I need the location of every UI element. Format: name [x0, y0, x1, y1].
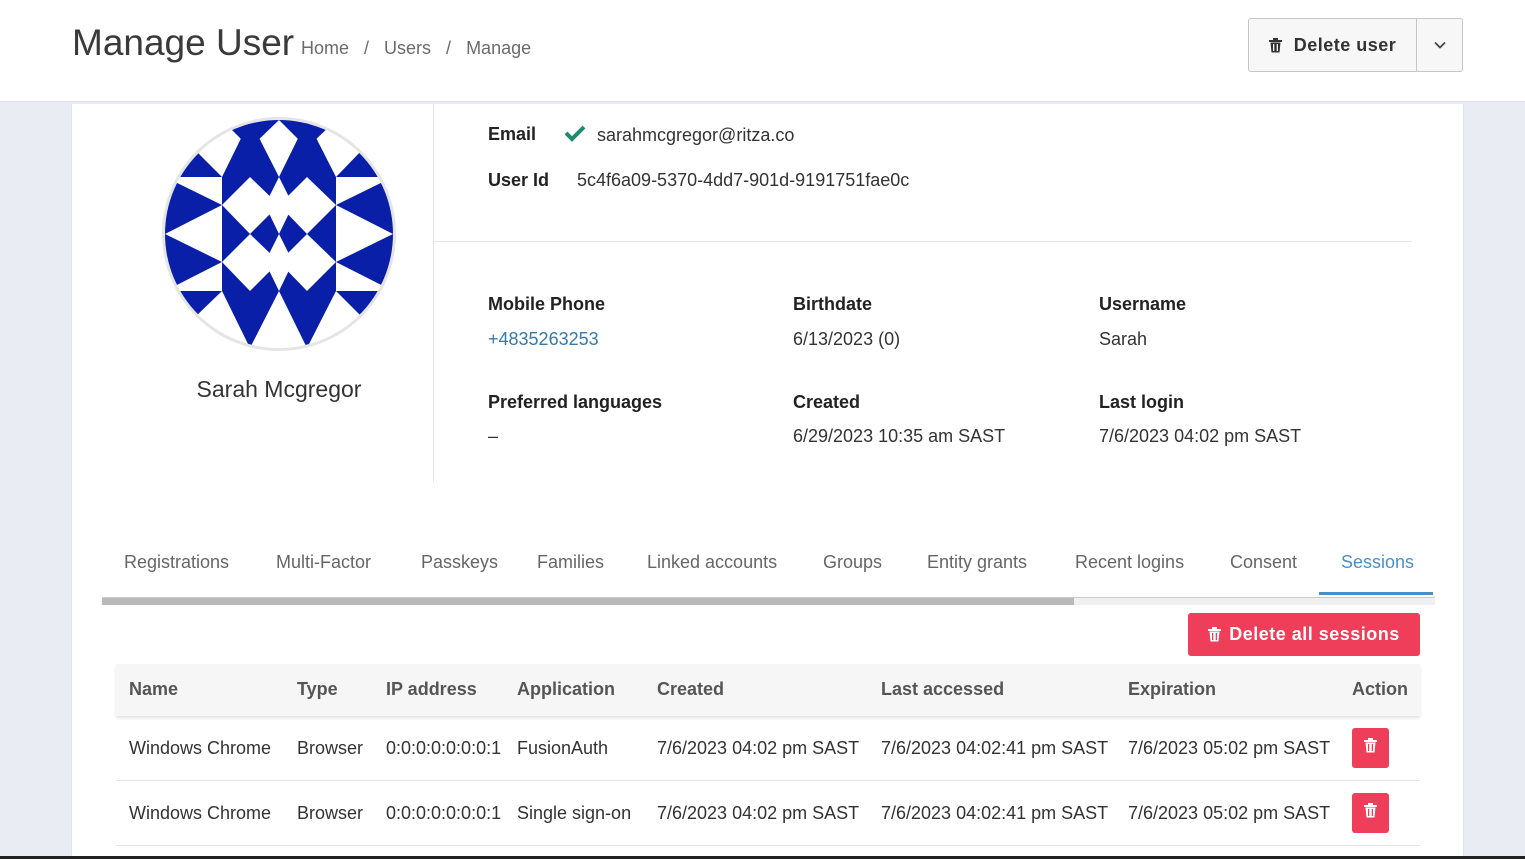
table-row: Windows Chrome Browser 0:0:0:0:0:0:0:1 S… — [116, 781, 1420, 846]
trash-icon — [1364, 738, 1377, 758]
created-label: Created — [793, 392, 861, 412]
username-value: Sarah — [1099, 329, 1148, 349]
tab-sessions[interactable]: Sessions — [1341, 552, 1414, 573]
breadcrumb-separator: / — [364, 38, 370, 58]
more-actions-dropdown[interactable] — [1417, 19, 1462, 71]
email-label: Email — [488, 124, 537, 144]
mobile-phone-link[interactable]: +4835263253 — [488, 329, 599, 350]
delete-session-button[interactable] — [1352, 728, 1389, 768]
cell-type: Browser — [297, 803, 364, 823]
tab-recent-logins[interactable]: Recent logins — [1075, 552, 1184, 573]
tab-linked-accounts[interactable]: Linked accounts — [647, 552, 777, 573]
column-header-created: Created — [657, 679, 725, 699]
tab-groups[interactable]: Groups — [823, 552, 882, 573]
page-header: Manage User Home / Users / Manage Delete… — [0, 0, 1525, 102]
column-header-last-accessed: Last accessed — [881, 679, 1005, 699]
cell-type: Browser — [297, 738, 364, 758]
birthdate-label: Birthdate — [793, 294, 873, 314]
user-id-label: User Id — [488, 170, 550, 190]
chevron-down-icon — [1433, 36, 1446, 54]
tab-consent[interactable]: Consent — [1230, 552, 1297, 573]
trash-icon — [1268, 37, 1282, 53]
section-divider — [434, 241, 1412, 242]
user-id-value: 5c4f6a09-5370-4dd7-901d-9191751fae0c — [577, 170, 910, 190]
last-login-value: 7/6/2023 04:02 pm SAST — [1099, 426, 1302, 446]
column-header-application: Application — [517, 679, 615, 699]
cell-ip-address: 0:0:0:0:0:0:0:1 — [386, 803, 502, 823]
delete-user-label: Delete user — [1293, 34, 1397, 55]
cell-ip-address: 0:0:0:0:0:0:0:1 — [386, 738, 502, 758]
tab-registrations[interactable]: Registrations — [124, 552, 229, 573]
created-value: 6/29/2023 10:35 am SAST — [793, 426, 1006, 446]
check-icon — [564, 124, 586, 147]
breadcrumb-users[interactable]: Users — [384, 38, 431, 59]
cell-application: Single sign-on — [517, 803, 632, 823]
breadcrumb-separator: / — [446, 38, 452, 58]
tabs-scrollbar-thumb[interactable] — [102, 598, 1074, 605]
cell-created: 7/6/2023 04:02 pm SAST — [657, 738, 860, 758]
cell-application: FusionAuth — [517, 738, 609, 758]
breadcrumb-home[interactable]: Home — [301, 38, 349, 59]
user-tabs: Registrations Multi-Factor Passkeys Fami… — [102, 544, 1435, 604]
column-header-expiration: Expiration — [1128, 679, 1217, 699]
column-header-ip-address: IP address — [386, 679, 477, 699]
cell-last-accessed: 7/6/2023 04:02:41 pm SAST — [881, 738, 1109, 758]
user-card: Sarah Mcgregor Email sarahmcgregor@ritza… — [71, 104, 1464, 859]
cell-last-accessed: 7/6/2023 04:02:41 pm SAST — [881, 803, 1109, 823]
delete-session-button[interactable] — [1352, 793, 1389, 833]
page-title: Manage User — [72, 22, 295, 63]
preferred-languages-value: – — [488, 426, 499, 446]
user-full-name: Sarah Mcgregor — [196, 376, 362, 402]
delete-user-button-group: Delete user — [1248, 18, 1463, 72]
cell-name: Windows Chrome — [129, 803, 272, 823]
tab-multi-factor[interactable]: Multi-Factor — [276, 552, 371, 573]
cell-expiration: 7/6/2023 05:02 pm SAST — [1128, 738, 1331, 758]
profile-column — [72, 104, 434, 482]
username-label: Username — [1099, 294, 1187, 314]
tab-entity-grants[interactable]: Entity grants — [927, 552, 1027, 573]
tab-passkeys[interactable]: Passkeys — [421, 552, 498, 573]
column-header-name: Name — [129, 679, 179, 699]
cell-expiration: 7/6/2023 05:02 pm SAST — [1128, 803, 1331, 823]
tab-families[interactable]: Families — [537, 552, 604, 573]
email-value: sarahmcgregor@ritza.co — [597, 125, 795, 145]
birthdate-value: 6/13/2023 (0) — [793, 329, 901, 349]
preferred-languages-label: Preferred languages — [488, 392, 663, 412]
avatar — [162, 117, 396, 351]
trash-icon — [1208, 627, 1222, 642]
table-header: Name Type IP address Application Created… — [116, 664, 1420, 716]
last-login-label: Last login — [1099, 392, 1184, 412]
active-tab-indicator — [1319, 592, 1433, 595]
column-header-type: Type — [297, 679, 338, 699]
breadcrumb-manage: Manage — [466, 38, 532, 58]
delete-user-button[interactable]: Delete user — [1249, 19, 1417, 71]
column-header-action: Action — [1352, 679, 1408, 699]
delete-all-sessions-button[interactable]: Delete all sessions — [1188, 613, 1420, 656]
mobile-phone-label: Mobile Phone — [488, 294, 605, 314]
cell-name: Windows Chrome — [129, 738, 272, 758]
tabs-scrollbar[interactable] — [102, 597, 1435, 605]
breadcrumb: Home / Users / Manage — [301, 38, 531, 59]
cell-created: 7/6/2023 04:02 pm SAST — [657, 803, 860, 823]
table-row: Windows Chrome Browser 0:0:0:0:0:0:0:1 F… — [116, 716, 1420, 781]
trash-icon — [1364, 803, 1377, 823]
delete-all-sessions-label: Delete all sessions — [1229, 624, 1400, 644]
